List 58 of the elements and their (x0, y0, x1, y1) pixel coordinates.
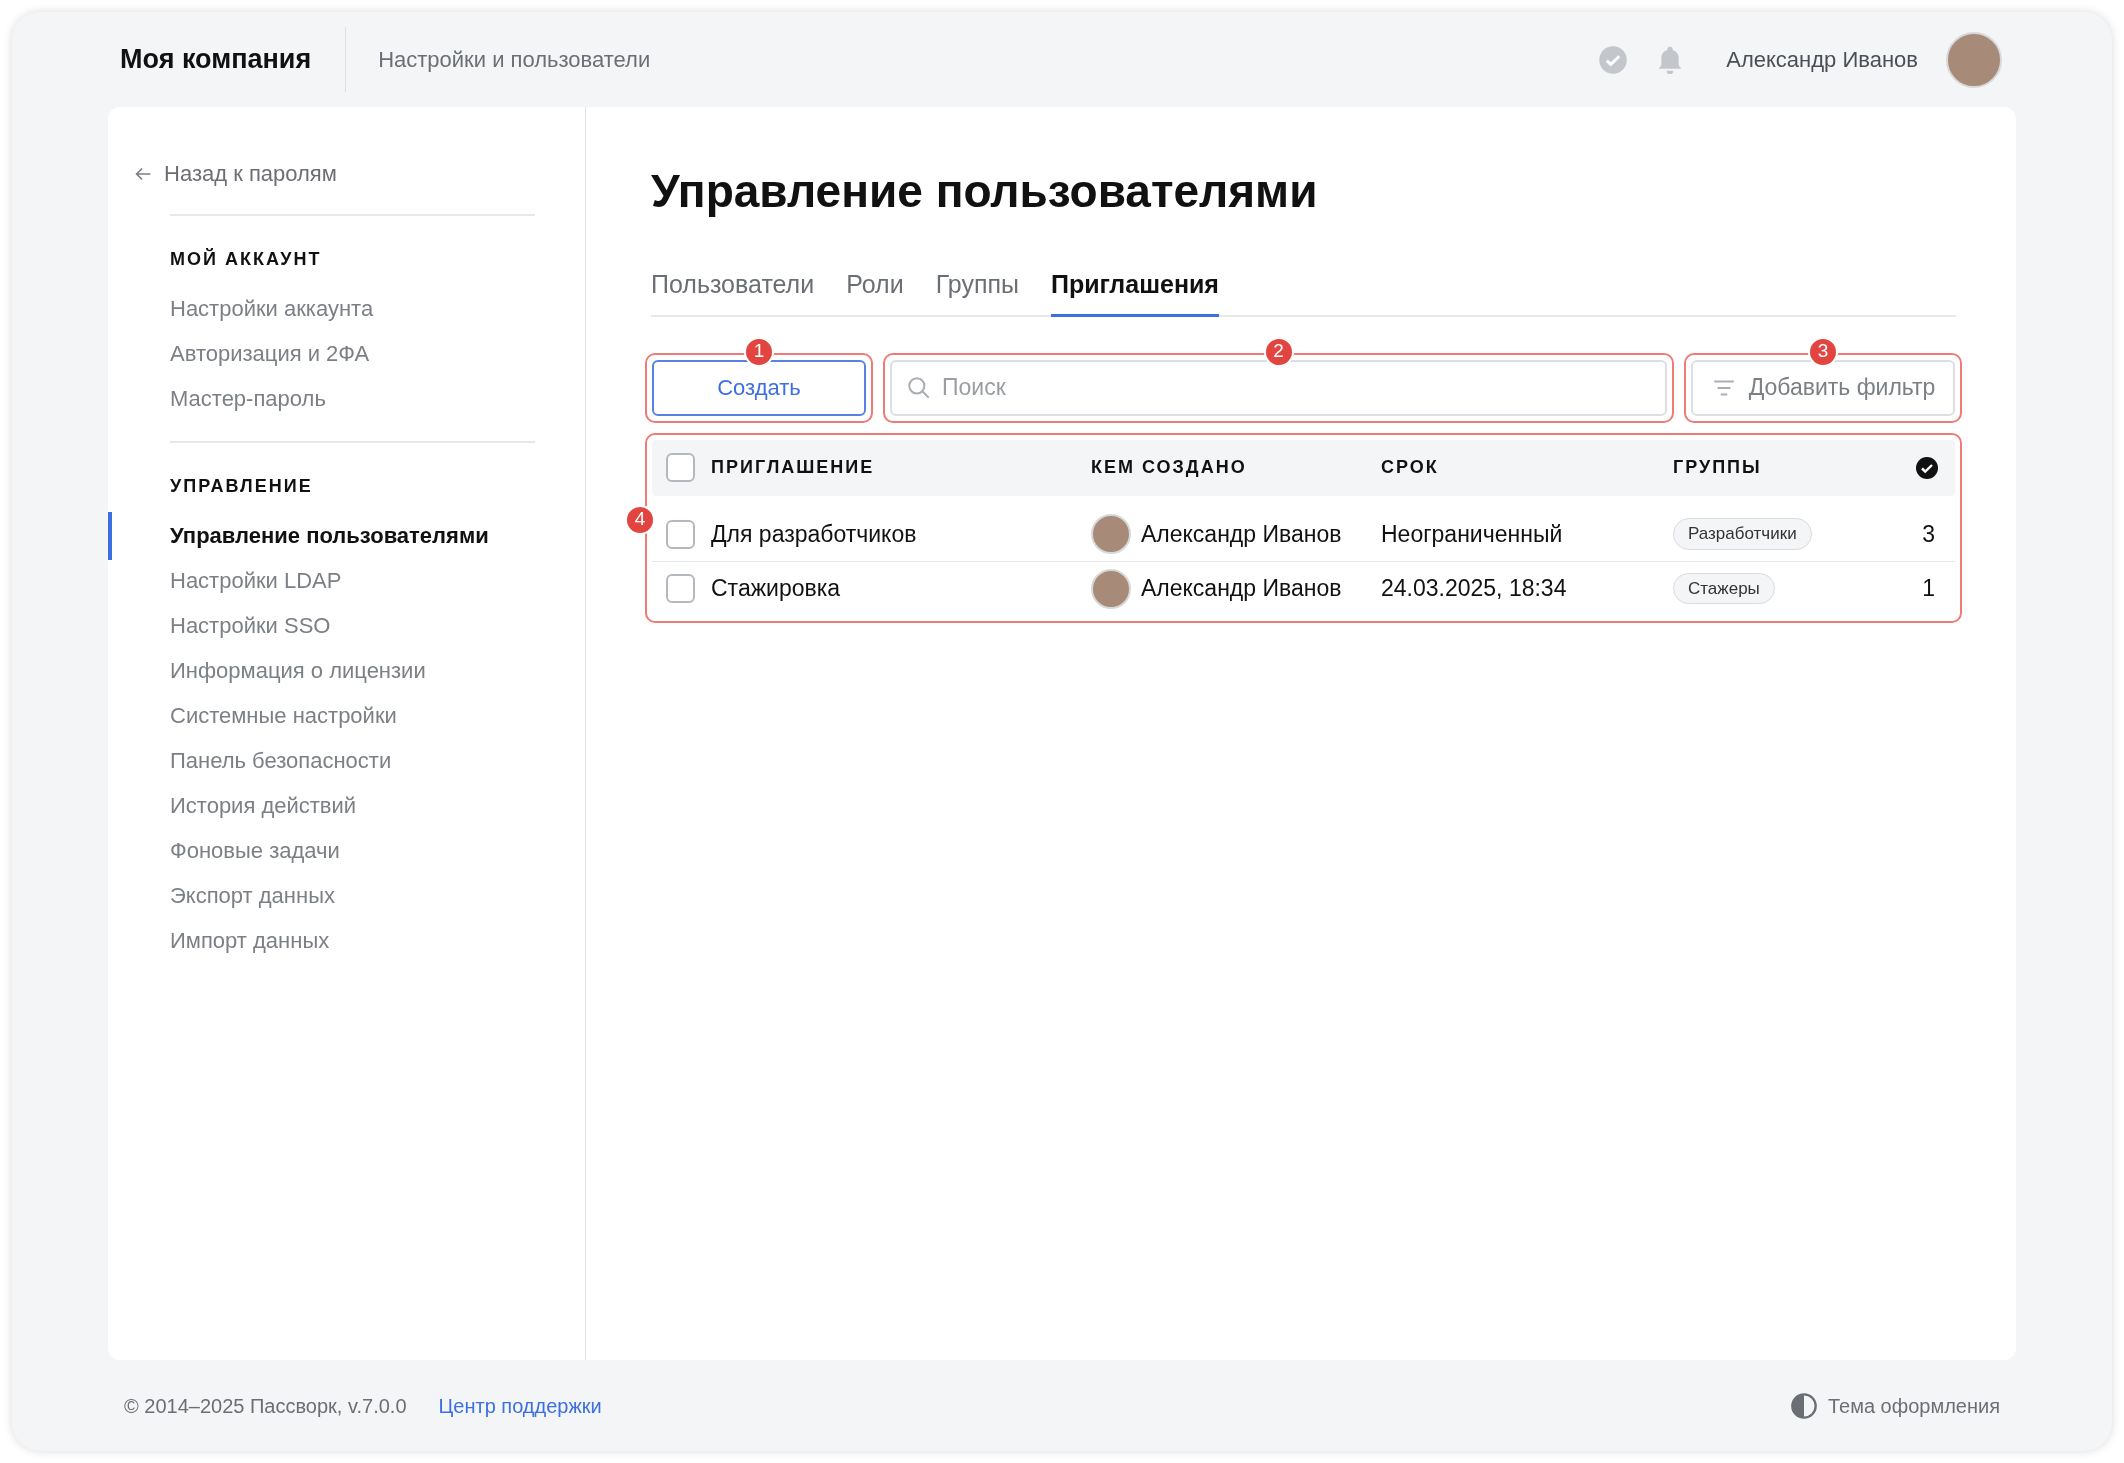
checkbox[interactable] (666, 453, 695, 482)
contrast-icon (1789, 1391, 1818, 1420)
page-title: Управление пользователями (651, 164, 1319, 219)
support-link[interactable]: Центр поддержки (438, 1390, 602, 1421)
copyright-text: © 2014–2025 Пассворк, v.7.0.0 (124, 1393, 407, 1419)
column-header: ПРИГЛАШЕНИЕ (711, 456, 876, 479)
checkbox[interactable] (666, 574, 695, 603)
checkbox[interactable] (666, 519, 695, 549)
header-section-title: Настройки и пользователи (377, 46, 651, 74)
sidebar-item[interactable]: Настройки SSO (170, 610, 535, 642)
tab[interactable]: Приглашения (1050, 266, 1219, 317)
sidebar-item[interactable]: Настройки LDAP (170, 565, 535, 597)
search-field[interactable]: Поиск (890, 359, 1667, 416)
sidebar-section-title: УПРАВЛЕНИЕ (170, 475, 314, 498)
column-header: КЕМ СОЗДАНО (1091, 456, 1248, 479)
sidebar-item[interactable]: Системные настройки (170, 700, 535, 732)
sidebar-item[interactable]: Фоновые задачи (170, 835, 535, 867)
column-header: СРОК (1381, 456, 1440, 479)
table-cell-text: Неограниченный (1381, 519, 1564, 549)
tab[interactable]: Пользователи (651, 266, 815, 317)
sidebar-item[interactable]: Панель безопасности (170, 745, 535, 777)
sidebar-item[interactable]: Экспорт данных (170, 880, 535, 912)
add-filter-button[interactable]: Добавить фильтр (1691, 359, 1955, 416)
sidebar-item[interactable]: Авторизация и 2ФА (170, 338, 535, 370)
sidebar-item[interactable]: Настройки аккаунта (170, 293, 535, 325)
callout-number: 3 (1808, 336, 1838, 367)
table-cell-text: Александр Иванов (1141, 574, 1342, 604)
user-name[interactable]: Александр Иванов (1726, 43, 1918, 76)
sidebar-item[interactable]: Информация о лицензии (170, 655, 535, 687)
table-cell-text: 1 (1922, 574, 1935, 604)
table-cell-text: 24.03.2025, 18:34 (1381, 574, 1568, 604)
table-cell-text: 3 (1922, 519, 1935, 549)
create-button[interactable]: Создать (652, 359, 866, 416)
table-cell-text: Для разработчиков (711, 519, 918, 549)
search-icon (906, 374, 932, 401)
column-header: ГРУППЫ (1673, 456, 1763, 479)
back-link[interactable]: Назад к паролям (164, 157, 337, 190)
table-cell-text: Александр Иванов (1141, 519, 1342, 549)
sidebar-section-title: МОЙ АККАУНТ (170, 247, 323, 271)
sidebar-item[interactable]: Импорт данных (170, 925, 535, 957)
brand-name[interactable]: Моя компания (120, 27, 347, 92)
table-cell-text: Стажировка (711, 574, 842, 604)
callout-number: 1 (744, 336, 774, 367)
theme-toggle[interactable]: Тема оформления (1827, 1390, 2000, 1421)
check-circle-icon[interactable] (1598, 44, 1629, 75)
tab[interactable]: Роли (846, 266, 904, 317)
sidebar-item[interactable]: Мастер-пароль (170, 383, 535, 415)
sidebar-item[interactable]: Управление пользователями (170, 520, 535, 552)
callout-number: 4 (625, 504, 655, 535)
avatar (1091, 514, 1131, 554)
group-tag: Стажеры (1673, 572, 1775, 605)
tab[interactable]: Группы (935, 266, 1019, 317)
sidebar-item[interactable]: История действий (170, 790, 535, 822)
callout-number: 2 (1263, 336, 1294, 367)
check-circle-icon (1915, 455, 1939, 480)
selection-bar (108, 512, 112, 560)
group-tag: Разработчики (1673, 518, 1812, 550)
avatar (1091, 568, 1131, 609)
